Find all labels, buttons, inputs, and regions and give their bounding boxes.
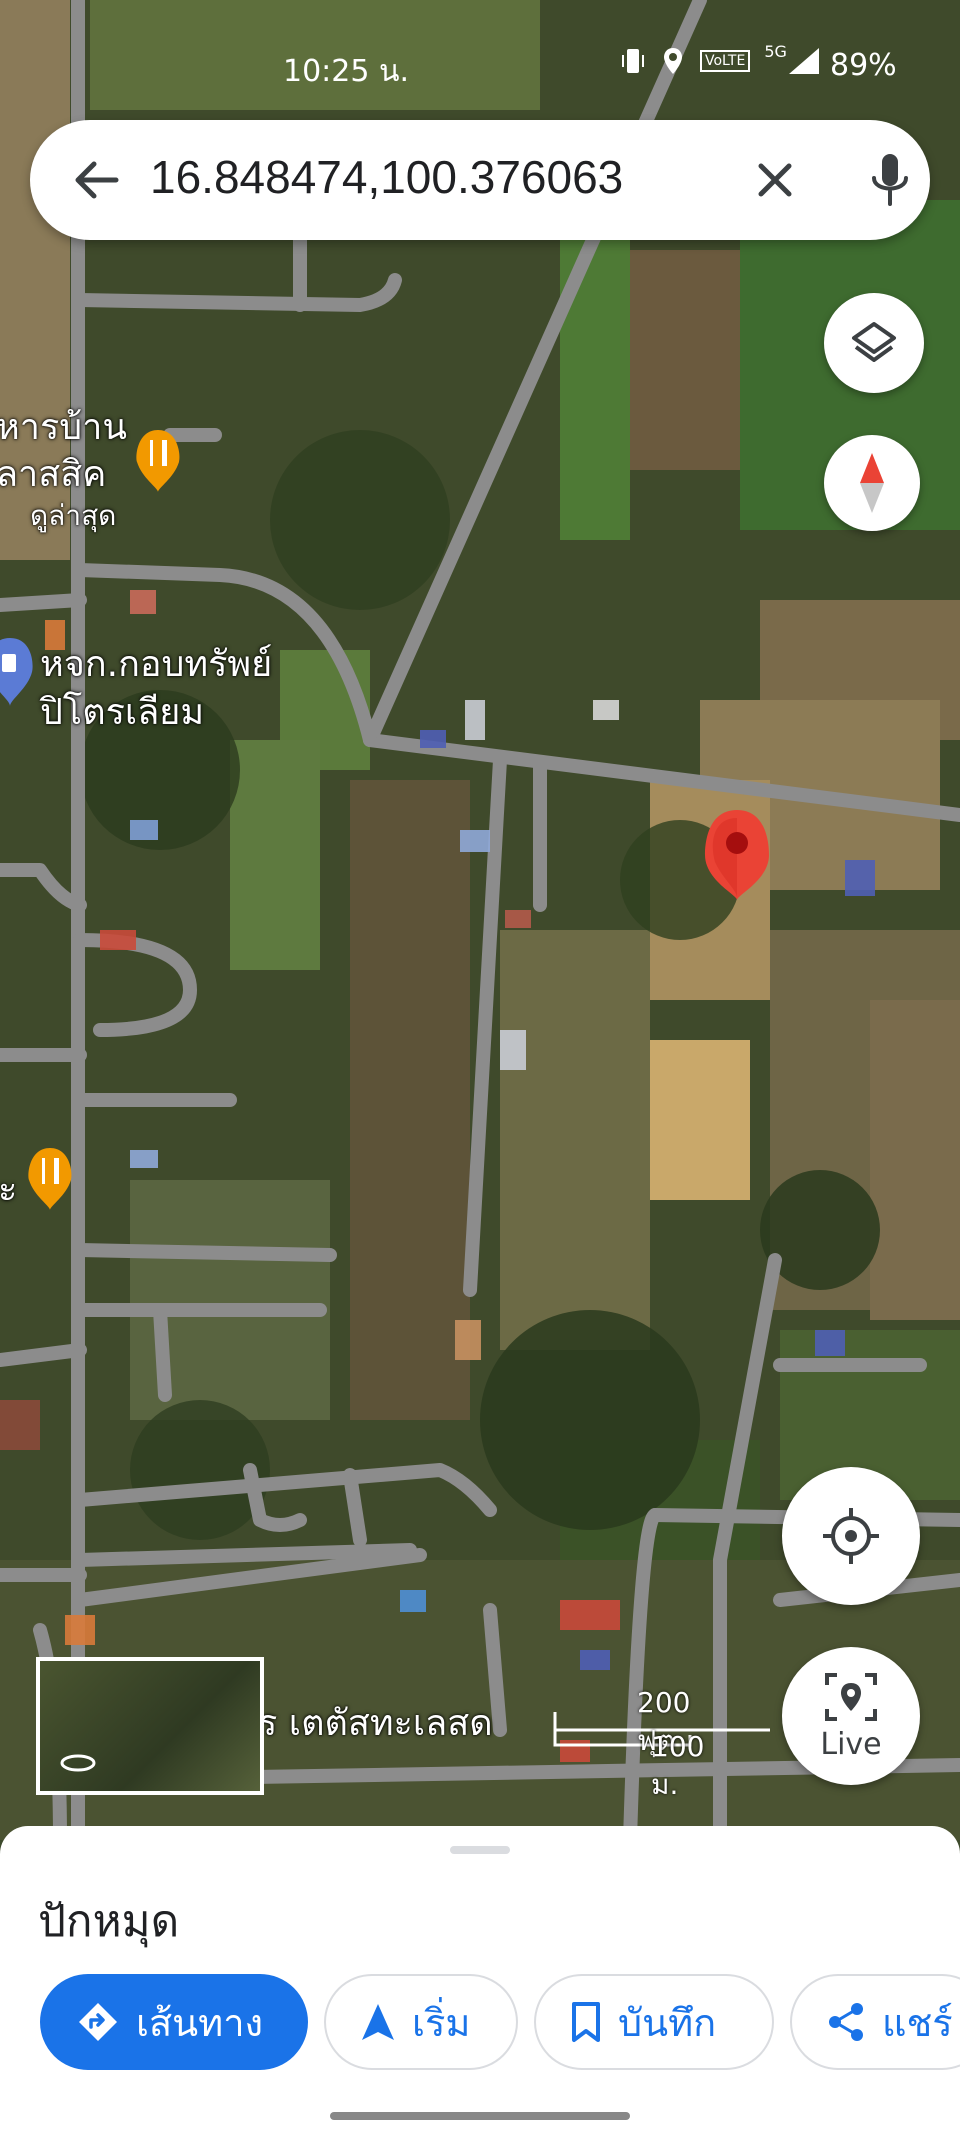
- vibrate-icon: [622, 49, 644, 73]
- compass-icon: [860, 453, 884, 513]
- drag-handle[interactable]: [450, 1846, 510, 1854]
- live-view-button[interactable]: Live: [782, 1647, 920, 1785]
- directions-label: เส้นทาง: [136, 2000, 264, 2045]
- bookmark-icon: [572, 2002, 600, 2042]
- layers-button[interactable]: [824, 293, 924, 393]
- directions-icon: [79, 2003, 117, 2041]
- back-arrow-icon[interactable]: [68, 150, 128, 210]
- network-5g: 5G: [764, 41, 787, 61]
- live-view-icon: [825, 1672, 877, 1721]
- share-icon: [829, 2003, 863, 2041]
- mic-icon[interactable]: [860, 148, 920, 212]
- battery-percent: 89%: [830, 48, 897, 83]
- status-icons: VoLTE 5G: [620, 42, 821, 76]
- share-button[interactable]: แชร์: [790, 1974, 960, 2070]
- bottom-sheet[interactable]: ปักหมุด เส้นทาง เริ่ม บันทึก แชร์: [0, 1826, 960, 2133]
- clear-icon[interactable]: [745, 150, 805, 210]
- save-button[interactable]: บันทึก: [534, 1974, 774, 2070]
- status-bar: 10:25 น. VoLTE 5G 89%: [0, 40, 960, 90]
- volte-icon: VoLTE: [700, 50, 751, 72]
- status-time: 10:25 น.: [283, 54, 410, 89]
- navigation-arrow-icon: [362, 2004, 394, 2040]
- poi-label-seafood[interactable]: ร เตตัสทะเลสด: [258, 1694, 493, 1751]
- search-bar[interactable]: 16.848474,100.376063: [30, 120, 930, 240]
- imagery-thumbnail[interactable]: [36, 1657, 264, 1795]
- search-query[interactable]: 16.848474,100.376063: [150, 150, 623, 204]
- rotate-360-icon: [60, 1754, 96, 1772]
- crosshair-icon: [823, 1508, 879, 1564]
- poi-label-restaurant-2[interactable]: ะ: [0, 1160, 17, 1217]
- scale-meters: 100 ม.: [651, 1730, 705, 1801]
- layers-icon: [852, 322, 896, 362]
- location-icon: [664, 48, 682, 74]
- save-label: บันทึก: [618, 2000, 717, 2045]
- start-button[interactable]: เริ่ม: [324, 1974, 518, 2070]
- live-label: Live: [820, 1726, 882, 1762]
- share-label: แชร์: [882, 2000, 953, 2045]
- signal-icon: [788, 48, 819, 74]
- directions-button[interactable]: เส้นทาง: [40, 1974, 308, 2070]
- poi-label-restaurant-1-sub: ดูล่าสุด: [30, 499, 117, 532]
- place-title: ปักหมุด: [38, 1896, 180, 1947]
- my-location-button[interactable]: [782, 1467, 920, 1605]
- start-label: เริ่ม: [412, 2000, 471, 2045]
- gesture-nav-bar[interactable]: [330, 2112, 630, 2120]
- poi-label-gas-station-line2[interactable]: ปิโตรเลียม: [40, 683, 204, 740]
- compass-button[interactable]: [824, 435, 920, 531]
